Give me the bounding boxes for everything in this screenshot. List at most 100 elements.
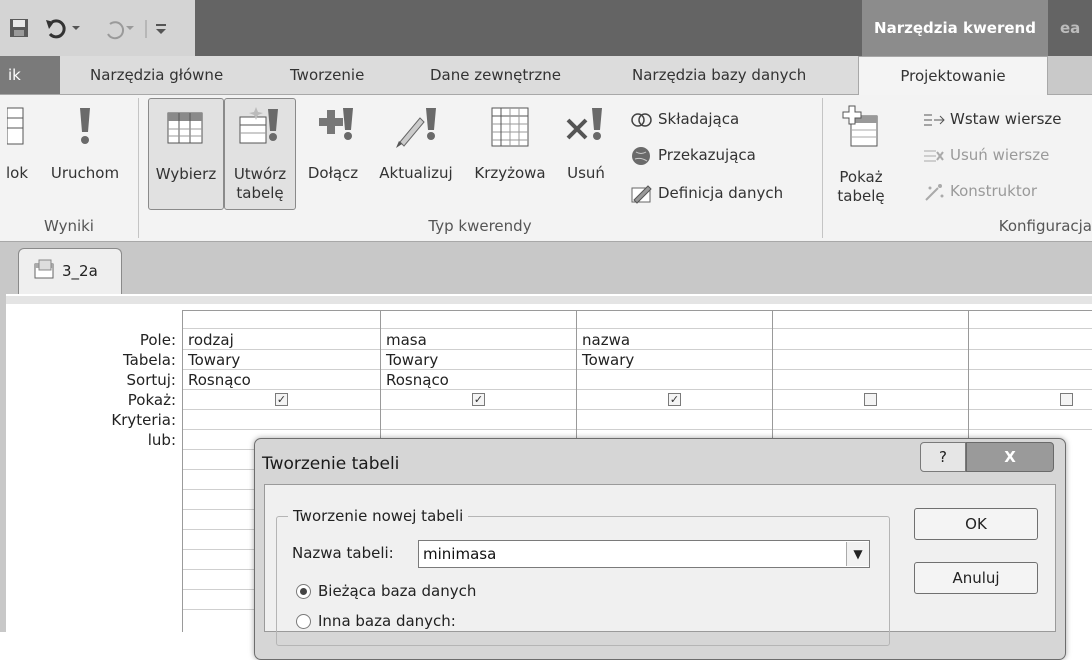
grid-line xyxy=(182,328,1092,329)
show-table-label: Pokaż tabelę xyxy=(837,168,885,205)
tab-design[interactable]: Projektowanie xyxy=(858,56,1048,95)
grid-line xyxy=(182,429,1092,430)
table-name-label: Nazwa tabeli: xyxy=(292,544,394,562)
chevron-down-icon[interactable]: ▼ xyxy=(846,542,869,566)
cancel-button[interactable]: Anuluj xyxy=(914,562,1038,594)
grid-line xyxy=(182,509,254,510)
select-query-icon xyxy=(167,112,203,144)
view-button[interactable]: lok xyxy=(0,98,34,210)
grid-cell-table[interactable]: Towary xyxy=(382,350,576,370)
document-tab-label: 3_2a xyxy=(62,262,98,280)
grid-line xyxy=(182,529,254,530)
groupbox-title: Tworzenie nowej tabeli xyxy=(288,506,469,526)
crosstab-icon xyxy=(491,107,529,147)
delete-rows-button[interactable]: Usuń wiersze xyxy=(922,140,1049,170)
row-label-field: Pole: xyxy=(139,331,176,349)
grid-line xyxy=(182,310,1092,311)
builder-wand-icon xyxy=(925,183,944,201)
crosstab-label: Krzyżowa xyxy=(474,164,546,182)
grid-line xyxy=(182,409,1092,410)
insert-rows-icon xyxy=(924,114,945,125)
row-label-sort: Sortuj: xyxy=(126,371,176,389)
tab-database-tools[interactable]: Narzędzia bazy danych xyxy=(632,56,806,94)
grid-column-line xyxy=(968,310,969,440)
table-name-combobox[interactable]: minimasa xyxy=(418,540,870,568)
insert-rows-button[interactable]: Wstaw wiersze xyxy=(922,104,1062,134)
ok-button[interactable]: OK xyxy=(914,508,1038,540)
grid-cell-field[interactable]: nazwa xyxy=(578,330,772,350)
union-label: Składająca xyxy=(658,110,740,128)
grid-column-line xyxy=(772,310,773,440)
make-table-label: Utwórz tabelę xyxy=(233,165,287,202)
grid-cell-sort[interactable]: Rosnąco xyxy=(382,370,576,390)
delete-x-icon xyxy=(566,108,602,140)
show-checkbox[interactable]: ✓ xyxy=(472,393,485,406)
show-checkbox[interactable]: ✓ xyxy=(668,393,681,406)
data-definition-icon xyxy=(631,184,652,204)
grid-line xyxy=(182,549,254,550)
grid-cell-table[interactable]: Towary xyxy=(184,350,380,370)
grid-column-line xyxy=(182,310,183,632)
row-label-or: lub: xyxy=(147,431,176,449)
builder-button[interactable]: Konstruktor xyxy=(922,176,1037,206)
tab-external-data[interactable]: Dane zewnętrzne xyxy=(430,56,561,94)
other-database-radio[interactable] xyxy=(296,614,311,629)
globe-icon xyxy=(632,146,650,165)
show-checkbox[interactable] xyxy=(1060,393,1073,406)
grid-cell-field[interactable]: masa xyxy=(382,330,576,350)
data-definition-query-button[interactable]: Definicja danych xyxy=(630,178,783,208)
append-query-button[interactable]: Dołącz xyxy=(300,98,366,210)
data-definition-label: Definicja danych xyxy=(658,184,784,202)
tab-home[interactable]: Narzędzia główne xyxy=(90,56,223,94)
tab-file[interactable]: ik xyxy=(0,56,60,94)
delete-query-button[interactable]: Usuń xyxy=(556,98,616,210)
make-table-button[interactable]: Utwórz tabelę xyxy=(224,98,296,210)
show-table-button[interactable]: Pokaż tabelę xyxy=(828,98,894,210)
run-label: Uruchom xyxy=(50,164,120,182)
view-icon xyxy=(7,107,24,145)
run-button[interactable]: Uruchom xyxy=(40,98,130,210)
grid-line xyxy=(182,569,254,570)
grid-line xyxy=(182,589,254,590)
save-icon[interactable] xyxy=(10,19,28,37)
grid-cell-field[interactable]: rodzaj xyxy=(184,330,380,350)
window-title-fragment: ea xyxy=(1060,19,1081,37)
current-database-label: Bieżąca baza danych xyxy=(318,582,477,600)
union-query-button[interactable]: Składająca xyxy=(630,104,739,134)
show-checkbox[interactable]: ✓ xyxy=(275,393,288,406)
grid-column-line xyxy=(576,310,577,440)
row-label-show: Pokaż: xyxy=(127,391,176,409)
insert-rows-label: Wstaw wiersze xyxy=(950,110,1062,128)
grid-line xyxy=(182,449,254,450)
grid-line xyxy=(182,609,254,610)
pass-through-query-button[interactable]: Przekazująca xyxy=(630,140,756,170)
show-checkbox[interactable] xyxy=(864,393,877,406)
append-icon xyxy=(319,108,353,140)
query-icon xyxy=(34,259,54,279)
help-button[interactable]: ? xyxy=(920,442,966,472)
close-button[interactable]: X xyxy=(966,442,1054,472)
group-label-results: Wyniki xyxy=(44,217,94,235)
undo-icon[interactable] xyxy=(46,19,80,39)
redo-icon[interactable] xyxy=(107,21,134,40)
crosstab-query-button[interactable]: Krzyżowa xyxy=(466,98,554,210)
dialog-title: Tworzenie tabeli xyxy=(262,454,400,474)
grid-cell-table[interactable]: Towary xyxy=(578,350,772,370)
update-pencil-icon xyxy=(396,108,436,148)
tab-create[interactable]: Tworzenie xyxy=(290,56,364,94)
current-database-radio[interactable] xyxy=(296,584,311,599)
union-icon xyxy=(631,112,652,127)
grid-line xyxy=(182,469,254,470)
select-query-button[interactable]: Wybierz xyxy=(148,98,224,210)
pass-through-label: Przekazująca xyxy=(658,146,756,164)
delete-label: Usuń xyxy=(567,164,605,182)
customize-qat-icon[interactable] xyxy=(156,24,166,34)
document-tab-strip xyxy=(0,242,1092,294)
update-query-button[interactable]: Aktualizuj xyxy=(368,98,464,210)
row-label-table: Tabela: xyxy=(122,351,176,369)
grid-splitter[interactable] xyxy=(6,296,1092,304)
group-separator xyxy=(822,98,823,238)
exclamation-icon xyxy=(80,108,90,144)
group-label-query-type: Typ kwerendy xyxy=(428,217,532,235)
grid-cell-sort[interactable]: Rosnąco xyxy=(184,370,380,390)
